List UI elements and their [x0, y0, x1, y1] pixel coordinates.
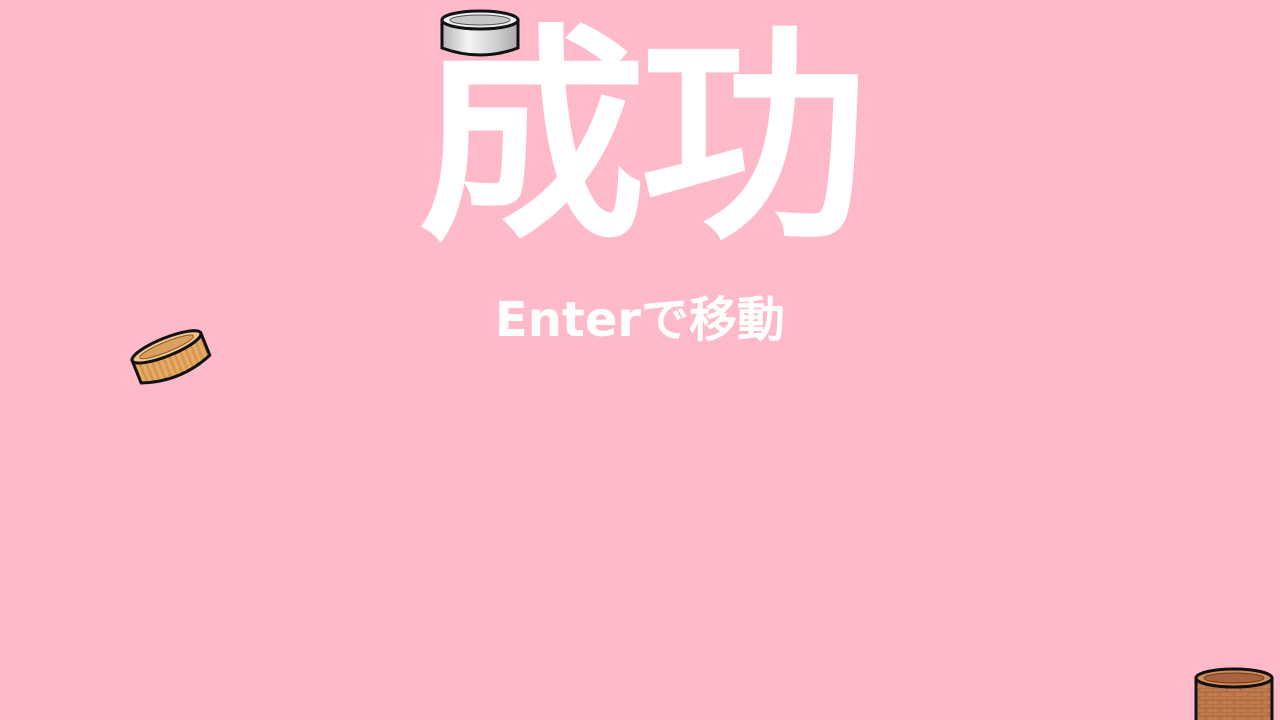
game-scene: 成功 Enterで移動 [0, 0, 1280, 720]
metal-pot-sprite [440, 9, 520, 57]
wood-pot-sprite [130, 329, 212, 385]
brick-pot-sprite [1194, 667, 1274, 720]
success-title: 成功 [418, 5, 868, 271]
